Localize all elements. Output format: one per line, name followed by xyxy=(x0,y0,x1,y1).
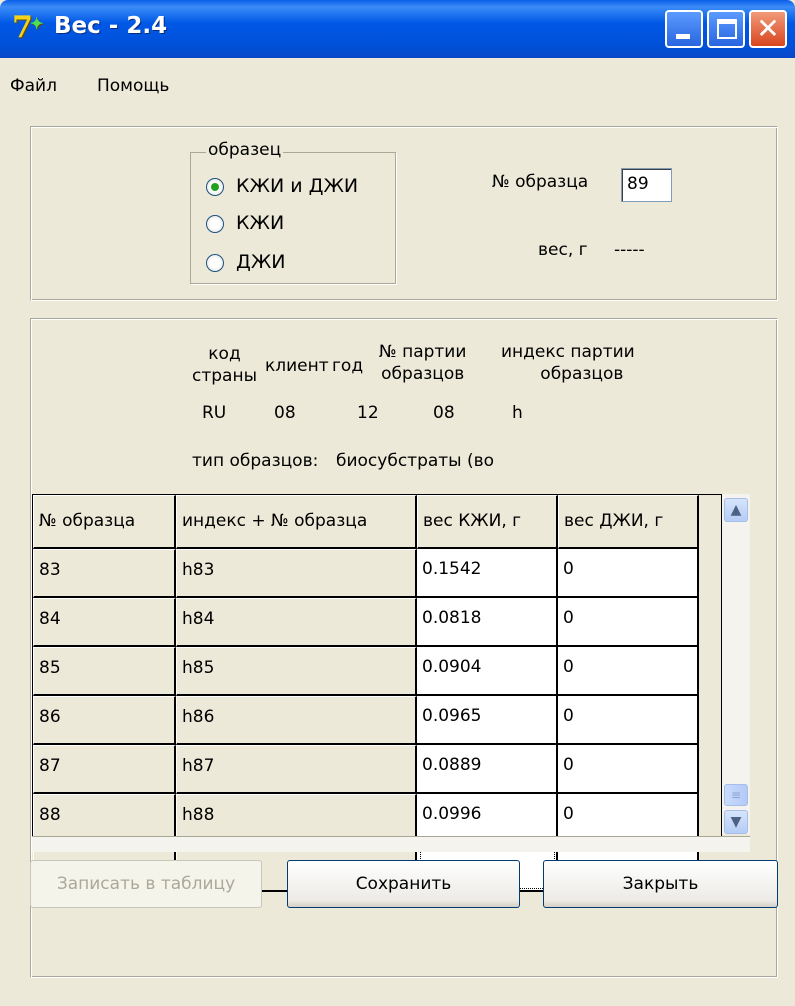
table-cell[interactable]: h85 xyxy=(176,647,417,696)
table-cell[interactable]: 86 xyxy=(33,696,176,745)
minimize-button[interactable] xyxy=(665,10,703,48)
table-cell[interactable]: h86 xyxy=(176,696,417,745)
country-code-header: код страны xyxy=(192,343,257,387)
sample-number-input[interactable]: 89 xyxy=(621,168,672,202)
table-cell[interactable]: 83 xyxy=(33,549,176,598)
header-line: № партии xyxy=(379,342,467,362)
header-line: образцов xyxy=(540,364,624,384)
table-cell[interactable]: 87 xyxy=(33,745,176,794)
table-cell[interactable]: 84 xyxy=(33,598,176,647)
close-icon: ✕ xyxy=(756,12,780,45)
samples-table[interactable]: № образца индекс + № образца вес КЖИ, г … xyxy=(32,494,722,892)
sample-panel xyxy=(30,126,778,301)
scroll-up-icon[interactable]: ▲ xyxy=(724,498,748,522)
scroll-thumb[interactable]: ≡ xyxy=(724,784,748,806)
batch-index-value: h xyxy=(512,403,523,423)
country-code-value: RU xyxy=(202,403,227,423)
table-cell[interactable]: 85 xyxy=(33,647,176,696)
column-header-weight-dzhi[interactable]: вес ДЖИ, г xyxy=(558,495,699,549)
app-icon: 7 ✦ xyxy=(12,10,44,45)
save-button[interactable]: Сохранить xyxy=(287,860,520,908)
header-line: страны xyxy=(192,366,257,386)
table-cell[interactable]: h83 xyxy=(176,549,417,598)
horizontal-scrollbar[interactable] xyxy=(32,836,750,852)
table-cell[interactable]: 0.0818 xyxy=(417,598,558,647)
title-bar[interactable]: 7 ✦ Вес - 2.4 ✕ xyxy=(0,0,795,58)
table-cell[interactable]: h87 xyxy=(176,745,417,794)
column-header-weight-kzhi[interactable]: вес КЖИ, г xyxy=(417,495,558,549)
table-cell[interactable]: 0 xyxy=(558,598,699,647)
year-header: год xyxy=(332,356,364,376)
column-header-index-sample-no[interactable]: индекс + № образца xyxy=(176,495,417,549)
batch-number-value: 08 xyxy=(433,403,455,423)
menu-file[interactable]: Файл xyxy=(10,76,57,96)
table-cell[interactable]: 0.0889 xyxy=(417,745,558,794)
header-line: индекс партии xyxy=(501,342,635,362)
table-cell[interactable]: 0 xyxy=(558,745,699,794)
batch-index-header: индекс партии образцов xyxy=(501,341,635,385)
radio-unchecked-icon xyxy=(206,215,224,233)
menu-help[interactable]: Помощь xyxy=(97,76,169,96)
vertical-scrollbar[interactable]: ▲ ≡ ▼ xyxy=(722,494,750,834)
sample-group-legend: образец xyxy=(206,140,284,160)
weight-value: ----- xyxy=(614,240,645,260)
table-cell[interactable]: 0 xyxy=(558,647,699,696)
sample-type-label: тип образцов: xyxy=(192,451,319,471)
table-cell[interactable]: 0 xyxy=(558,549,699,598)
radio-label: КЖИ и ДЖИ xyxy=(236,175,359,197)
weight-label: вес, г xyxy=(538,240,588,260)
column-header-sample-no[interactable]: № образца xyxy=(33,495,176,549)
close-button[interactable]: Закрыть xyxy=(543,860,778,908)
header-line: образцов xyxy=(381,364,465,384)
client-header: клиент xyxy=(265,356,329,376)
radio-label: ДЖИ xyxy=(236,251,286,273)
scroll-down-icon[interactable]: ▼ xyxy=(724,810,748,834)
year-value: 12 xyxy=(357,403,379,423)
maximize-button[interactable] xyxy=(707,10,745,48)
write-to-table-button[interactable]: Записать в таблицу xyxy=(30,860,262,908)
window-title: Вес - 2.4 xyxy=(54,13,168,39)
minimize-icon xyxy=(676,34,690,39)
table-cell[interactable]: 0.0965 xyxy=(417,696,558,745)
table-cell[interactable]: 0.0904 xyxy=(417,647,558,696)
table-cell[interactable]: h84 xyxy=(176,598,417,647)
radio-label: КЖИ xyxy=(236,212,285,234)
maximize-icon xyxy=(717,19,737,39)
batch-number-header: № партии образцов xyxy=(379,341,466,385)
menu-bar: Файл Помощь xyxy=(0,70,795,104)
close-window-button[interactable]: ✕ xyxy=(749,10,787,48)
sample-type-value: биосубстраты (во xyxy=(336,451,495,471)
table-cell[interactable]: 0 xyxy=(558,696,699,745)
radio-unchecked-icon xyxy=(206,254,224,272)
client-value: 08 xyxy=(274,403,296,423)
sample-number-label: № образца xyxy=(492,172,589,192)
table-cell[interactable]: 0.1542 xyxy=(417,549,558,598)
radio-checked-icon xyxy=(206,178,224,196)
header-line: код xyxy=(208,344,241,364)
